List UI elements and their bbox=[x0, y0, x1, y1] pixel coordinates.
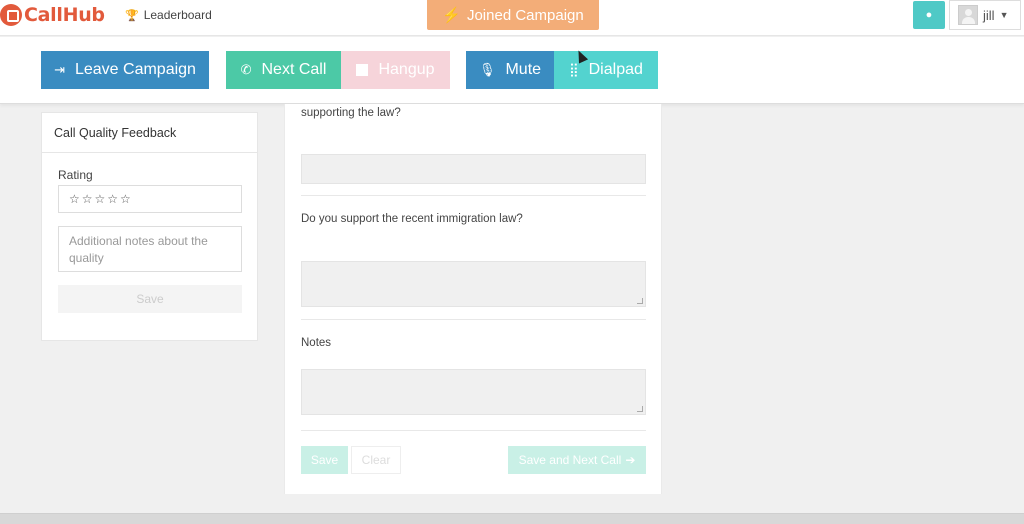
keypad-icon: ⣿ bbox=[569, 62, 579, 77]
resize-handle-icon[interactable] bbox=[637, 406, 643, 412]
globe-button[interactable]: ● bbox=[913, 1, 945, 29]
question-1-text: supporting the law? bbox=[301, 107, 401, 119]
divider bbox=[301, 195, 646, 196]
avatar bbox=[958, 5, 978, 25]
logo-text: CallHub bbox=[24, 4, 105, 26]
top-navbar: CallHub 🏆 Leaderboard ⚡ Joined Campaign … bbox=[0, 0, 1024, 36]
logo-icon bbox=[0, 4, 22, 26]
hangup-label: Hangup bbox=[378, 61, 435, 78]
next-call-button[interactable]: ✆ Next Call bbox=[226, 51, 341, 89]
resize-handle-icon[interactable] bbox=[637, 298, 643, 304]
callhub-logo[interactable]: CallHub bbox=[0, 0, 105, 30]
feedback-save-button[interactable]: Save bbox=[58, 285, 242, 313]
save-and-next-call-button[interactable]: Save and Next Call ➔ bbox=[508, 446, 646, 474]
plug-icon: ⚡ bbox=[442, 7, 461, 24]
chevron-down-icon: ▼ bbox=[999, 10, 1009, 20]
survey-panel: supporting the law? Do you support the r… bbox=[284, 104, 662, 494]
notes-textarea[interactable] bbox=[301, 369, 646, 415]
call-quality-feedback-panel: Call Quality Feedback Rating ☆☆☆☆☆ Addit… bbox=[41, 112, 258, 341]
leaderboard-label: Leaderboard bbox=[143, 8, 212, 22]
user-menu-button[interactable]: jill ▼ bbox=[949, 0, 1021, 30]
arrow-right-icon: ➔ bbox=[625, 453, 636, 467]
page-bottom-edge bbox=[0, 513, 1024, 524]
question-2-text: Do you support the recent immigration la… bbox=[301, 213, 523, 225]
dialpad-button[interactable]: ⣿ Dialpad bbox=[554, 51, 658, 89]
call-action-bar: ⇥ Leave Campaign ✆ Next Call Hangup 🎙 Mu… bbox=[0, 37, 1024, 104]
hangup-button[interactable]: Hangup bbox=[341, 51, 450, 89]
question-2-textarea[interactable] bbox=[301, 261, 646, 307]
leave-campaign-button[interactable]: ⇥ Leave Campaign bbox=[41, 51, 209, 89]
microphone-icon: 🎙 bbox=[478, 62, 496, 77]
mute-label: Mute bbox=[505, 61, 542, 78]
globe-icon: ● bbox=[925, 9, 933, 21]
phone-icon: ✆ bbox=[240, 62, 252, 77]
survey-clear-button[interactable]: Clear bbox=[351, 446, 401, 474]
save-and-next-call-label: Save and Next Call bbox=[518, 453, 622, 467]
dialpad-label: Dialpad bbox=[588, 61, 643, 78]
survey-save-button[interactable]: Save bbox=[301, 446, 348, 474]
notes-label: Notes bbox=[301, 337, 332, 349]
sign-out-icon: ⇥ bbox=[54, 62, 65, 77]
joined-campaign-button[interactable]: ⚡ Joined Campaign bbox=[427, 0, 599, 30]
mute-button[interactable]: 🎙 Mute bbox=[466, 51, 554, 89]
stop-icon bbox=[356, 64, 369, 76]
question-1-input[interactable] bbox=[301, 154, 646, 184]
joined-campaign-label: Joined Campaign bbox=[466, 6, 584, 24]
trophy-icon: 🏆 bbox=[125, 9, 139, 22]
quality-notes-textarea[interactable]: Additional notes about the quality bbox=[58, 226, 242, 272]
leaderboard-link[interactable]: 🏆 Leaderboard bbox=[125, 8, 212, 22]
divider bbox=[301, 430, 646, 431]
leave-campaign-label: Leave Campaign bbox=[74, 61, 196, 78]
next-call-label: Next Call bbox=[261, 61, 327, 78]
star-rating[interactable]: ☆☆☆☆☆ bbox=[58, 185, 242, 213]
user-name: jill bbox=[983, 7, 995, 23]
rating-label: Rating bbox=[58, 168, 93, 182]
divider bbox=[301, 319, 646, 320]
panel-title: Call Quality Feedback bbox=[42, 113, 257, 153]
